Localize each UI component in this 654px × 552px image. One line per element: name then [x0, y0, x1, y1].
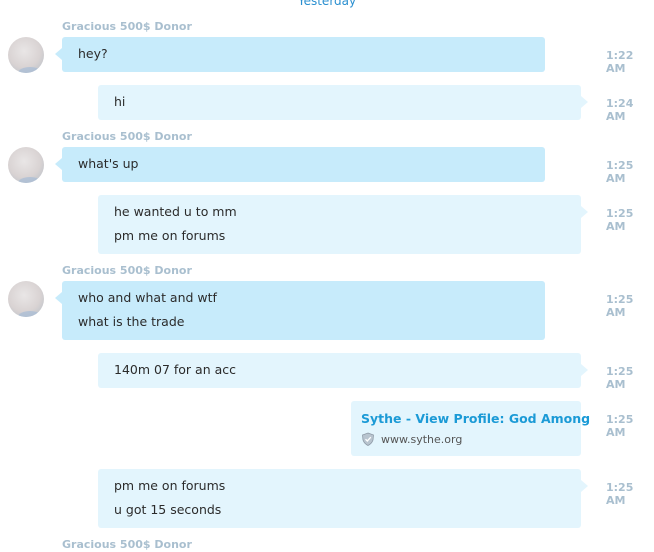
- message-timestamp: 1:25 AM: [606, 481, 634, 507]
- link-title-separator: -: [401, 411, 416, 426]
- message-bubble-incoming[interactable]: what's up: [55, 147, 545, 182]
- sender-name[interactable]: Gracious 500$ Donor: [62, 20, 192, 33]
- link-preview-domain-row: www.sythe.org: [361, 432, 571, 446]
- message-timestamp: 1:25 AM: [606, 413, 634, 439]
- message-text: hi: [114, 94, 126, 109]
- message-text: pm me on forums: [114, 228, 226, 243]
- message-text: hey?: [78, 46, 108, 61]
- message-text: what's up: [78, 156, 139, 171]
- message-bubble-incoming[interactable]: who and what and wtf what is the trade: [55, 281, 545, 340]
- message-text: u got 15 seconds: [114, 502, 222, 517]
- message-text: what is the trade: [78, 314, 185, 329]
- message-text: who and what and wtf: [78, 290, 217, 305]
- message-timestamp: 1:22 AM: [606, 49, 634, 75]
- avatar[interactable]: [8, 147, 44, 183]
- link-preview-card[interactable]: Sythe - View Profile: God Among www.syth…: [351, 401, 590, 456]
- message-text: he wanted u to mm: [114, 204, 237, 219]
- message-bubble-outgoing[interactable]: pm me on forums u got 15 seconds: [98, 469, 588, 528]
- message-timestamp: 1:25 AM: [606, 365, 634, 391]
- message-bubble-outgoing[interactable]: hi: [98, 85, 588, 120]
- sender-name[interactable]: Gracious 500$ Donor: [62, 264, 192, 277]
- sender-name[interactable]: Gracious 500$ Donor: [62, 130, 192, 143]
- link-domain: www.sythe.org: [381, 432, 463, 446]
- link-site-name: Sythe: [361, 411, 402, 426]
- message-bubble-outgoing[interactable]: he wanted u to mm pm me on forums: [98, 195, 588, 254]
- avatar[interactable]: [8, 37, 44, 73]
- message-timestamp: 1:25 AM: [606, 159, 634, 185]
- link-page-title: View Profile: God Among: [415, 411, 591, 426]
- date-separator: Yesterday: [297, 0, 357, 8]
- message-timestamp: 1:25 AM: [606, 293, 634, 319]
- shield-icon: [361, 432, 375, 446]
- sender-name[interactable]: Gracious 500$ Donor: [62, 538, 192, 551]
- message-bubble-outgoing[interactable]: 140m 07 for an acc: [98, 353, 588, 388]
- message-timestamp: 1:25 AM: [606, 207, 634, 233]
- message-bubble-incoming[interactable]: hey?: [55, 37, 545, 72]
- message-text: pm me on forums: [114, 478, 226, 493]
- message-timestamp: 1:24 AM: [606, 97, 634, 123]
- link-preview-title[interactable]: Sythe - View Profile: God Among: [361, 411, 590, 426]
- avatar[interactable]: [8, 281, 44, 317]
- message-text: 140m 07 for an acc: [114, 362, 237, 377]
